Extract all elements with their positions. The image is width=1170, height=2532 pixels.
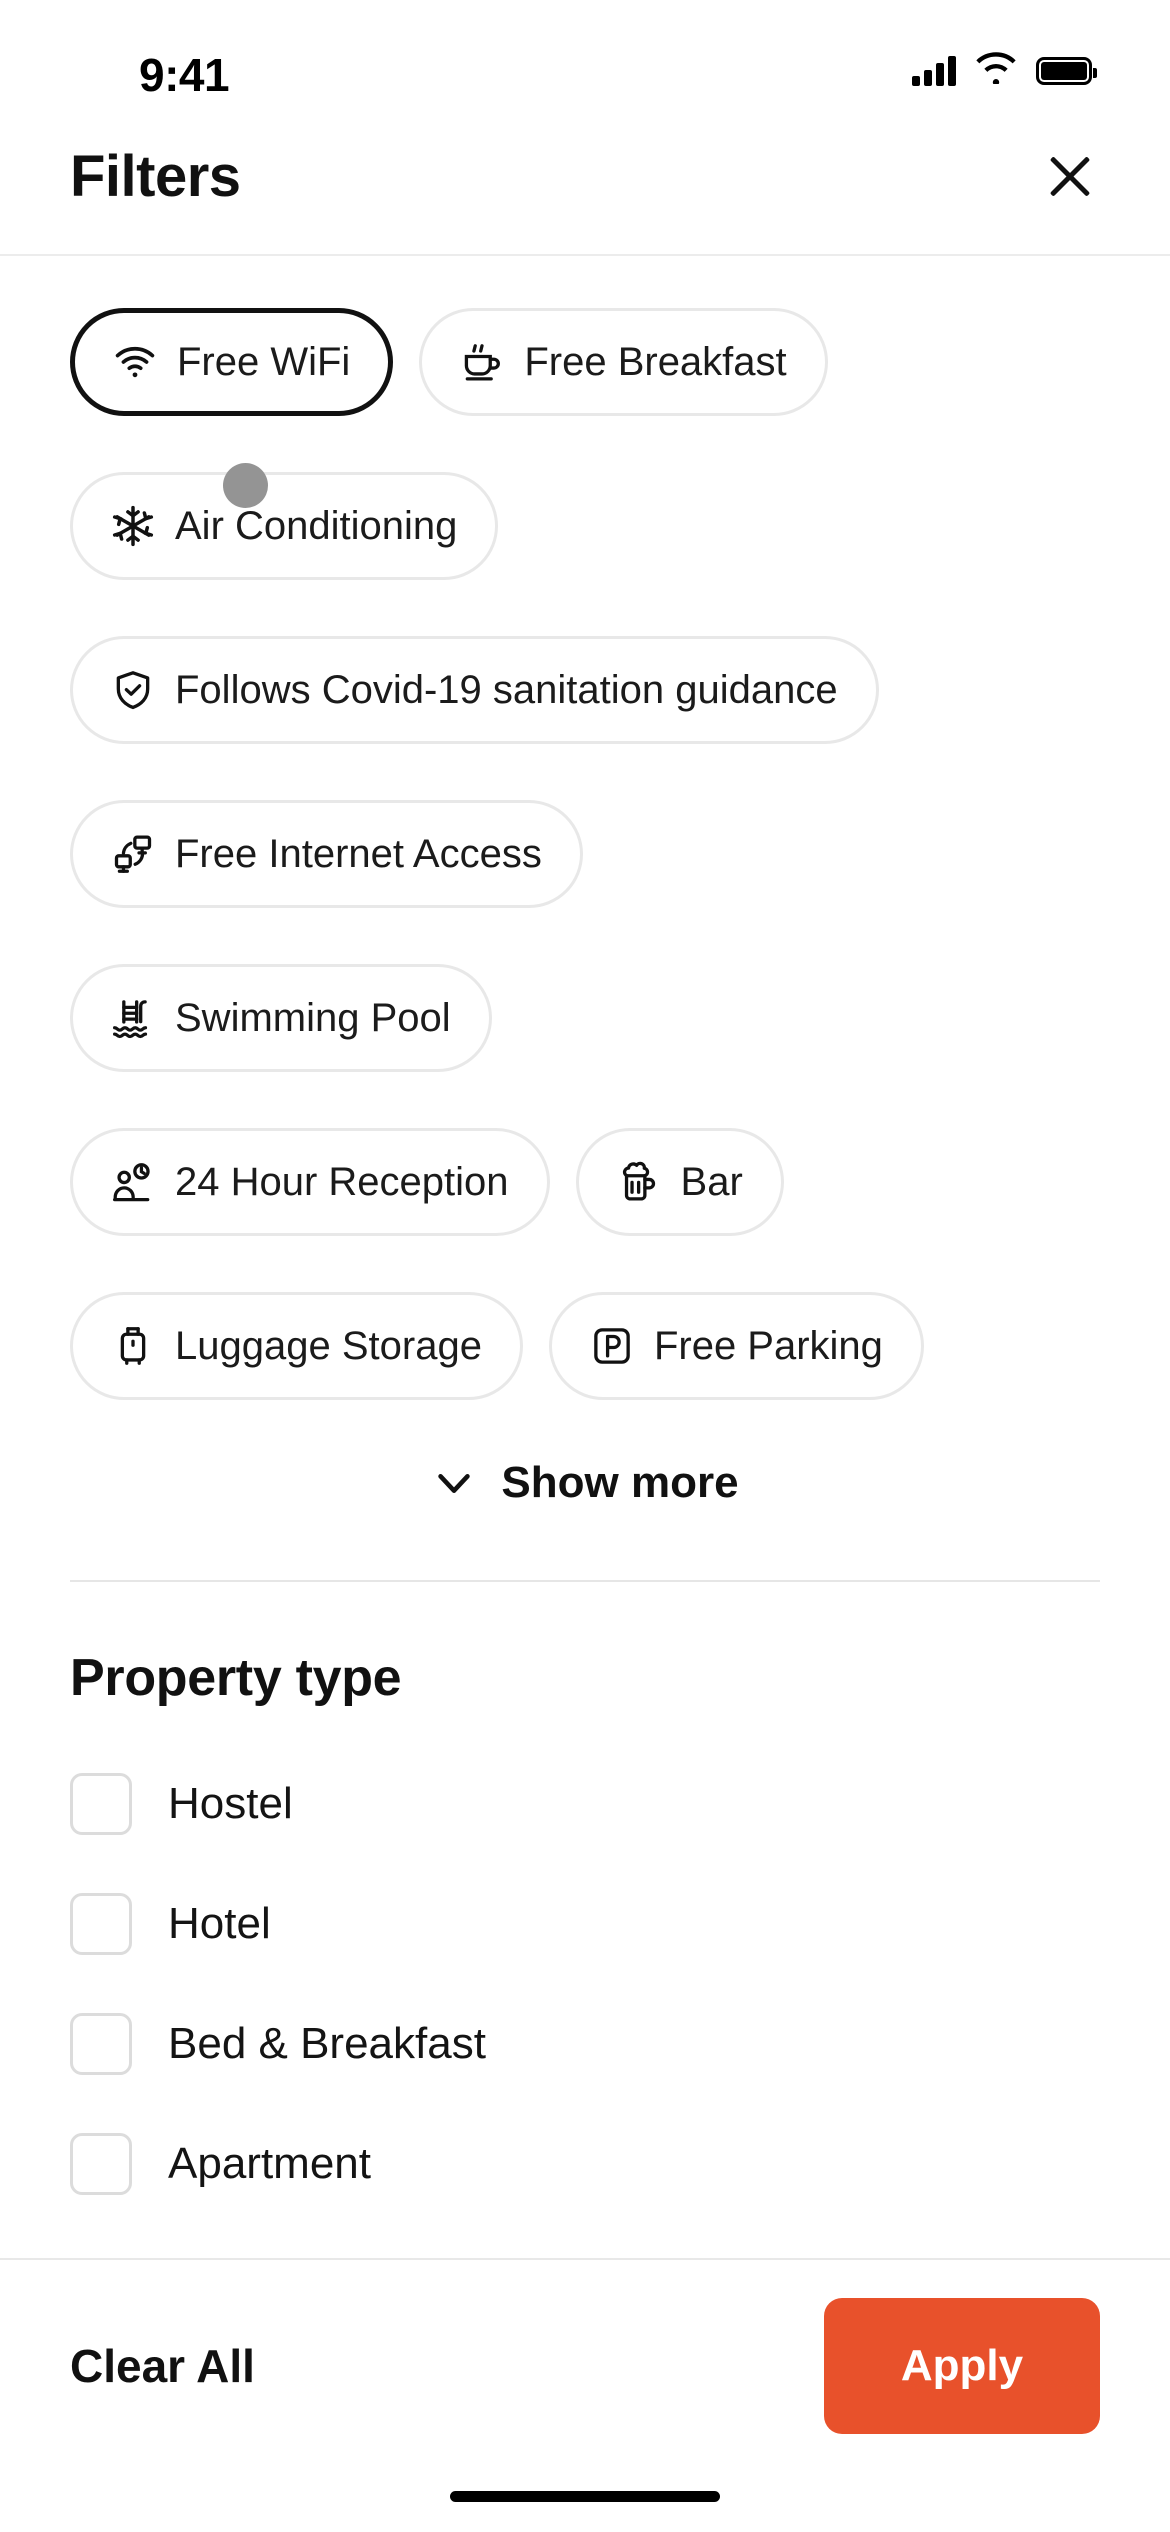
battery-full-icon — [1036, 56, 1097, 85]
status-bar: 9:41 — [0, 0, 1170, 101]
chip-label: 24 Hour Reception — [175, 1159, 509, 1204]
checkbox-hostel[interactable] — [70, 1773, 132, 1835]
coffee-cup-icon — [460, 340, 504, 384]
property-type-list: Hostel Hotel Bed & Breakfast Apartment — [0, 1744, 1170, 2224]
chip-swimming-pool[interactable]: Swimming Pool — [70, 964, 492, 1072]
chevron-down-icon — [431, 1460, 477, 1506]
chip-label: Swimming Pool — [175, 995, 451, 1040]
list-item[interactable]: Bed & Breakfast — [0, 1984, 1170, 2104]
suitcase-icon — [111, 1324, 155, 1368]
list-item-label: Bed & Breakfast — [168, 2019, 486, 2068]
chip-free-breakfast[interactable]: Free Breakfast — [419, 308, 828, 416]
apply-button[interactable]: Apply — [824, 2298, 1100, 2434]
snowflake-icon — [111, 504, 155, 548]
chip-free-parking[interactable]: Free Parking — [548, 1292, 924, 1400]
status-time: 9:41 — [139, 49, 230, 101]
clear-all-button[interactable]: Clear All — [70, 2339, 255, 2393]
list-item[interactable]: Hotel — [0, 1864, 1170, 1984]
chip-label: Free WiFi — [177, 339, 351, 384]
chip-bar[interactable]: Bar — [575, 1128, 784, 1236]
beer-mug-icon — [617, 1160, 661, 1204]
chip-label: Free Breakfast — [524, 339, 787, 384]
status-icons — [912, 52, 1097, 89]
list-item-label: Hotel — [168, 1899, 271, 1948]
close-icon[interactable] — [1038, 144, 1102, 208]
person-clock-icon — [111, 1160, 155, 1204]
checkbox-apartment[interactable] — [70, 2133, 132, 2195]
parking-p-icon — [590, 1324, 634, 1368]
signal-bars-icon — [912, 55, 956, 86]
chip-covid-sanitation[interactable]: Follows Covid-19 sanitation guidance — [70, 636, 879, 744]
chip-label: Air Conditioning — [175, 503, 458, 548]
chip-label: Free Internet Access — [175, 831, 542, 876]
filters-screen: 9:41 Filters Free WiFi Free Breakfast Ai… — [0, 0, 1170, 2532]
home-indicator — [450, 2491, 720, 2502]
swimming-pool-icon — [111, 996, 155, 1040]
show-more-button[interactable]: Show more — [0, 1458, 1170, 1508]
section-divider — [70, 1580, 1100, 1582]
chip-luggage-storage[interactable]: Luggage Storage — [70, 1292, 523, 1400]
amenities-chip-group: Free WiFi Free Breakfast Air Conditionin… — [0, 258, 1170, 1400]
show-more-label: Show more — [501, 1458, 739, 1507]
checkbox-hotel[interactable] — [70, 1893, 132, 1955]
property-type-heading: Property type — [70, 1649, 402, 1707]
chip-label: Follows Covid-19 sanitation guidance — [175, 667, 838, 712]
chip-free-wifi[interactable]: Free WiFi — [70, 308, 394, 416]
list-item-label: Hostel — [168, 1779, 293, 1828]
filters-scroll-area[interactable]: Free WiFi Free Breakfast Air Conditionin… — [0, 258, 1170, 2258]
header: Filters — [0, 98, 1170, 256]
network-devices-icon — [111, 832, 155, 876]
chip-24-hour-reception[interactable]: 24 Hour Reception — [70, 1128, 550, 1236]
list-item[interactable]: Apartment — [0, 2104, 1170, 2224]
chip-label: Luggage Storage — [175, 1323, 482, 1368]
wifi-icon — [113, 340, 157, 384]
checkbox-bed-and-breakfast[interactable] — [70, 2013, 132, 2075]
list-item[interactable]: Hostel — [0, 1744, 1170, 1864]
chip-label: Bar — [680, 1159, 743, 1204]
page-title: Filters — [70, 143, 241, 209]
wifi-icon — [974, 52, 1018, 89]
chip-free-internet-access[interactable]: Free Internet Access — [70, 800, 583, 908]
shield-check-icon — [111, 668, 155, 712]
list-item-label: Apartment — [168, 2139, 371, 2188]
chip-air-conditioning[interactable]: Air Conditioning — [70, 472, 499, 580]
chip-label: Free Parking — [653, 1323, 883, 1368]
